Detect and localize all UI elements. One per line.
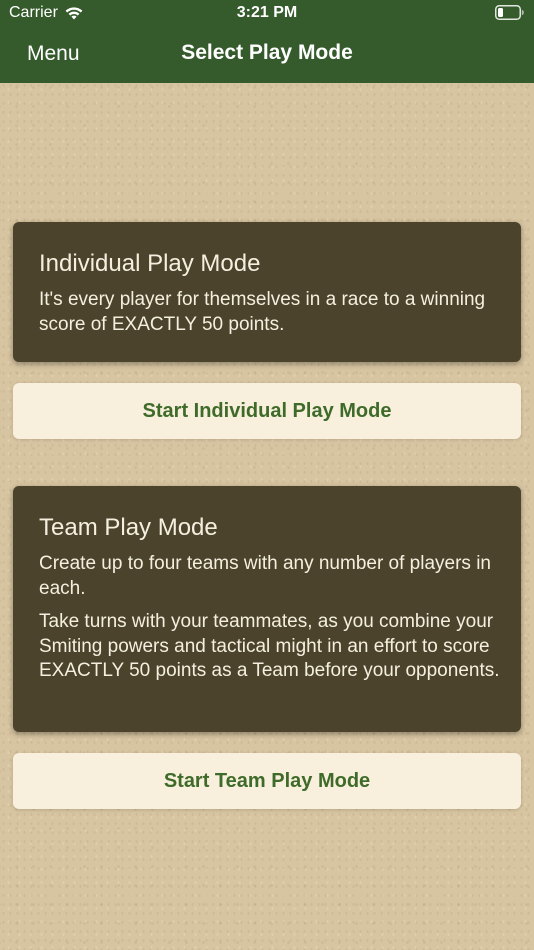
status-bar: Carrier 3:21 PM: [0, 0, 534, 28]
app-header: Carrier 3:21 PM Menu Select Play Mode: [0, 0, 534, 83]
team-mode-card: Team Play Mode Create up to four teams w…: [13, 486, 521, 732]
individual-mode-title: Individual Play Mode: [39, 250, 261, 277]
team-mode-details: Take turns with your teammates, as you c…: [39, 611, 500, 681]
status-time: 3:21 PM: [236, 4, 298, 21]
team-mode-title: Team Play Mode: [39, 514, 218, 541]
individual-mode-card: Individual Play Mode It's every player f…: [13, 222, 521, 362]
start-individual-mode-button[interactable]: Start Individual Play Mode: [13, 383, 521, 439]
individual-mode-description: It's every player for themselves in a ra…: [39, 289, 486, 335]
battery-low-icon: [495, 5, 525, 20]
page-title: Select Play Mode: [181, 41, 353, 64]
start-team-mode-button[interactable]: Start Team Play Mode: [13, 753, 521, 809]
team-mode-description: Create up to four teams with any number …: [39, 553, 492, 599]
navigation-bar: Menu Select Play Mode: [0, 28, 534, 83]
